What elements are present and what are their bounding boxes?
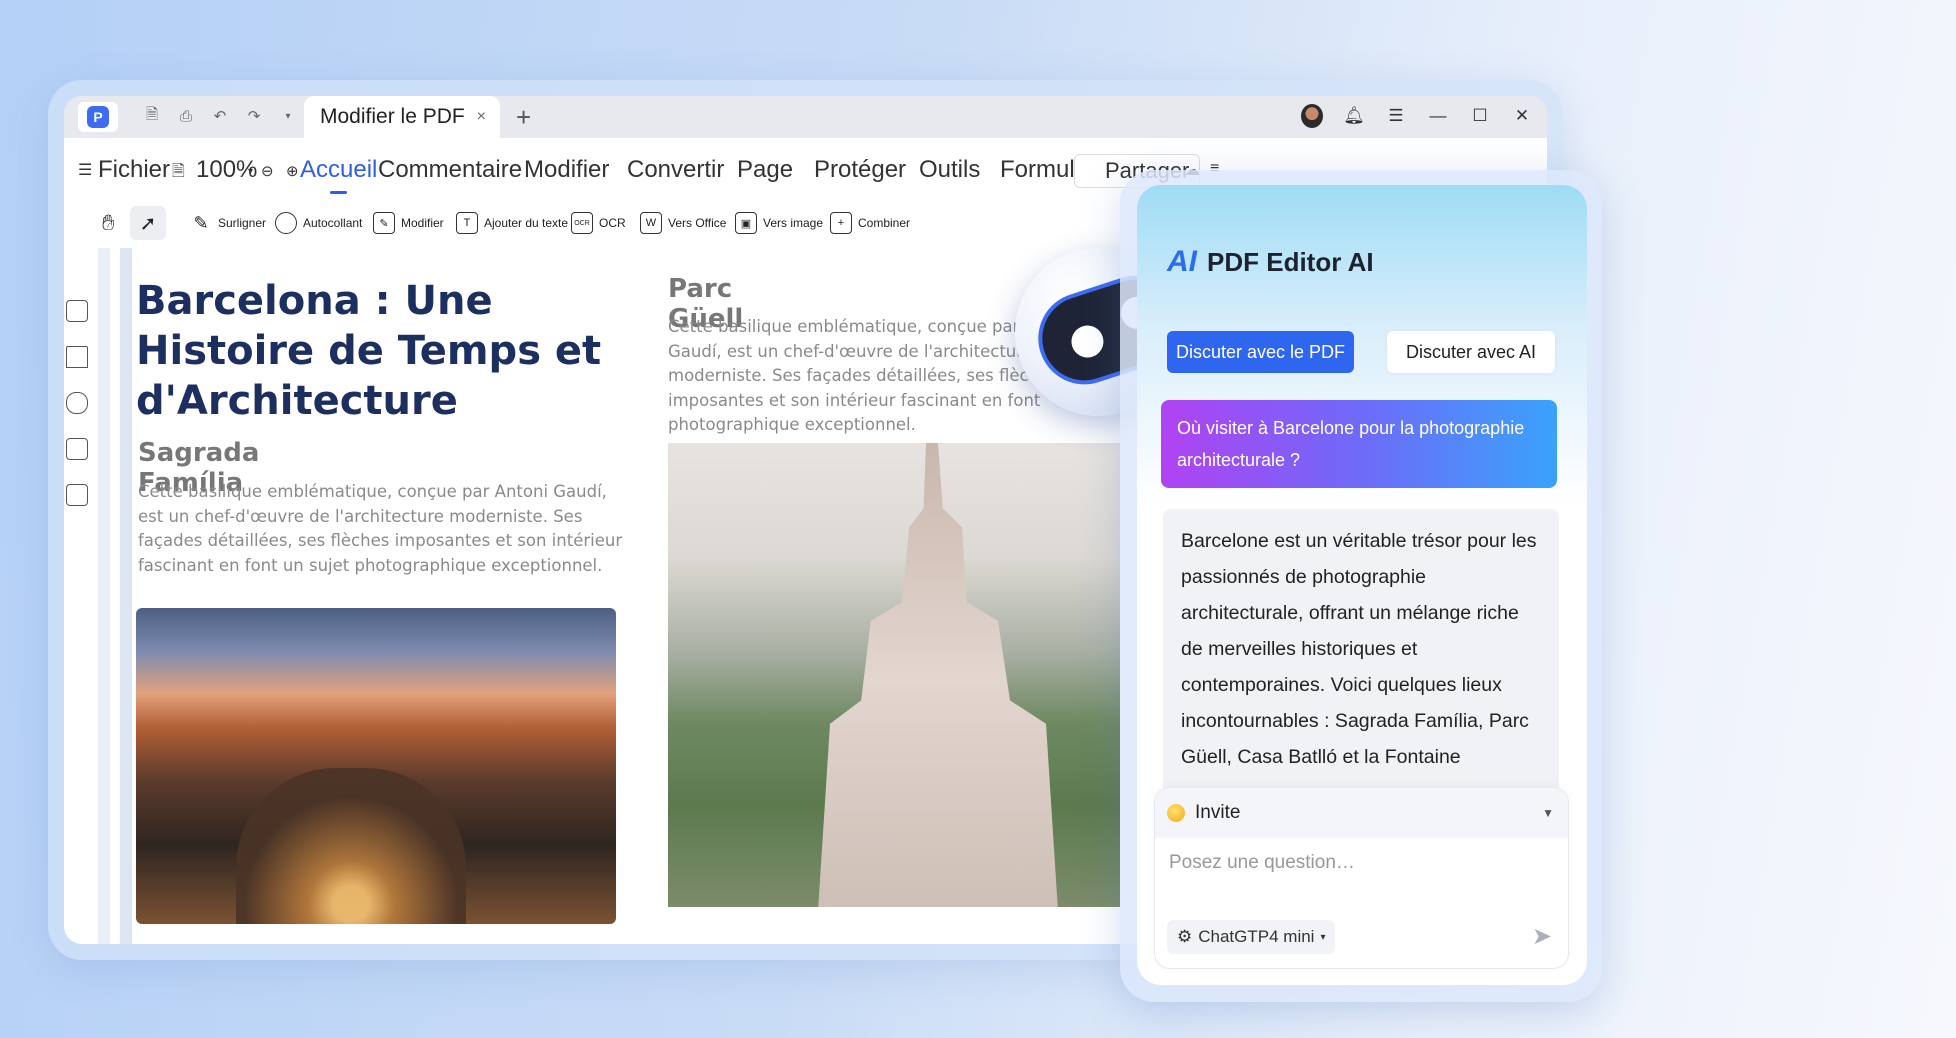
tool-label: Vers Office: [668, 216, 727, 230]
prompt-selector[interactable]: Invite ▼: [1155, 788, 1568, 838]
ai-logo-icon: AI: [1167, 245, 1197, 278]
robot-eye: [1067, 321, 1108, 362]
tool-vers-image[interactable]: ▣ Vers image: [735, 212, 823, 234]
app-logo[interactable]: P: [78, 102, 118, 132]
text-line: photographique exceptionnel.: [668, 415, 916, 434]
chevron-down-icon: ▼: [1542, 806, 1554, 820]
undo-icon[interactable]: ↶: [210, 106, 230, 126]
menu-modifier[interactable]: Modifier: [524, 156, 609, 184]
tab-title: Modifier le PDF: [320, 105, 465, 128]
text-line: imposantes et son intérieur fascinant en…: [668, 390, 1041, 410]
menu-icon[interactable]: ☰: [1385, 104, 1407, 128]
menu-outils[interactable]: Outils: [919, 156, 980, 184]
left-sidebar: [64, 248, 98, 944]
tool-modifier[interactable]: ✎ Modifier: [373, 212, 444, 234]
pages-icon[interactable]: [66, 484, 88, 506]
city-photo: [136, 608, 616, 924]
church-photo: [668, 443, 1120, 907]
chevron-down-icon[interactable]: ▾: [278, 106, 298, 126]
tool-ajouter-texte[interactable]: T Ajouter du texte: [456, 212, 568, 234]
church-building: [818, 443, 1058, 907]
bell-icon[interactable]: 🔔︎: [1343, 104, 1365, 128]
tool-label: Vers image: [763, 216, 824, 230]
prompt-label: Invite: [1195, 802, 1241, 823]
ocr-icon: OCR: [571, 212, 593, 234]
tool-label: Surligner: [218, 216, 267, 230]
hamburger-icon[interactable]: ☰: [78, 160, 92, 180]
ai-panel-header: AI PDF Editor AI: [1167, 245, 1374, 279]
title-bar: P 🗎 ⎙ ↶ ↷ ▾ Modifier le PDF × + 🔔︎ ☰ — ☐…: [64, 96, 1547, 138]
close-window-icon[interactable]: ✕: [1511, 104, 1533, 128]
menu-commentaire[interactable]: Commentaire: [378, 156, 522, 184]
image-icon: ▣: [735, 212, 757, 234]
save-icon[interactable]: 🗎: [142, 106, 162, 126]
tool-autocollant[interactable]: Autocollant: [275, 212, 362, 234]
thumbnail-icon[interactable]: [66, 300, 88, 322]
print-icon[interactable]: ⎙: [176, 106, 196, 126]
question-input[interactable]: Posez une question…: [1169, 852, 1355, 874]
redo-icon[interactable]: ↷: [244, 106, 264, 126]
chat-input-box: Invite ▼ Posez une question… ⚙ ChatGTP4 …: [1154, 787, 1569, 969]
menu-file[interactable]: Fichier: [98, 156, 170, 184]
tool-label: Ajouter du texte: [484, 216, 569, 230]
edit-icon: ✎: [373, 212, 395, 234]
lightbulb-icon: [1167, 804, 1185, 822]
zoom-out-icon[interactable]: ⊖: [261, 162, 274, 180]
document-title: Barcelona : Une Histoire de Temps et d'A…: [136, 278, 602, 424]
tool-ocr[interactable]: OCR OCR: [571, 212, 626, 234]
tool-label: Autocollant: [303, 216, 363, 230]
menu-convertir[interactable]: Convertir: [627, 156, 724, 184]
window-controls: 🔔︎ ☰ — ☐ ✕: [1301, 104, 1533, 128]
model-selector[interactable]: ⚙ ChatGTP4 mini ▾: [1167, 920, 1336, 954]
bookmark-icon[interactable]: [66, 346, 88, 368]
select-tool-icon[interactable]: ➚: [130, 206, 166, 240]
close-tab-icon[interactable]: ×: [477, 108, 486, 126]
maximize-icon[interactable]: ☐: [1469, 104, 1491, 128]
ai-answer-bubble: Barcelone est un véritable trésor pour l…: [1163, 509, 1559, 799]
add-text-icon: T: [456, 212, 478, 234]
tool-combiner[interactable]: + Combiner: [830, 212, 910, 234]
tab-chat-pdf[interactable]: Discuter avec le PDF: [1167, 331, 1354, 373]
tool-label: Combiner: [858, 216, 911, 230]
highlighter-icon: ✎: [193, 212, 209, 233]
office-icon: W: [640, 212, 662, 234]
zoom-dropdown-icon[interactable]: ▾: [248, 166, 253, 177]
quick-access-toolbar: 🗎 ⎙ ↶ ↷ ▾: [142, 106, 298, 126]
menu-page[interactable]: Page: [737, 156, 793, 184]
ai-panel-title: PDF Editor AI: [1207, 246, 1374, 277]
combine-icon: +: [830, 212, 852, 234]
zoom-in-icon[interactable]: ⊕: [286, 162, 299, 180]
tool-vers-office[interactable]: W Vers Office: [640, 212, 726, 234]
user-question-bubble: Où visiter à Barcelone pour la photograp…: [1161, 400, 1557, 488]
page-shadow: [120, 248, 132, 944]
tool-surligner[interactable]: ✎ Surligner: [190, 212, 266, 234]
menu-accueil[interactable]: Accueil: [300, 156, 377, 194]
tab-chat-ai[interactable]: Discuter avec AI: [1387, 331, 1555, 373]
tab-document[interactable]: Modifier le PDF ×: [304, 96, 500, 138]
avatar[interactable]: [1301, 104, 1323, 128]
minimize-icon[interactable]: —: [1427, 104, 1449, 128]
tool-label: Modifier: [401, 216, 444, 230]
page-shadow: [98, 248, 110, 944]
section-text-sagrada: Cette basilique emblématique, conçue par…: [138, 482, 623, 575]
hand-tool-icon[interactable]: ✋︎: [102, 210, 115, 236]
send-icon[interactable]: ➤: [1532, 922, 1552, 951]
model-label: ChatGTP4 mini: [1198, 927, 1315, 946]
new-tab-button[interactable]: +: [516, 102, 531, 133]
comment-icon[interactable]: [66, 438, 88, 460]
ai-panel: AI PDF Editor AI Discuter avec le PDF Di…: [1137, 185, 1587, 985]
chevron-down-icon: ▾: [1320, 931, 1326, 943]
sticker-icon: [275, 212, 297, 234]
page-icon: 🗎: [172, 163, 185, 180]
attachment-icon[interactable]: [66, 392, 88, 414]
menu-proteger[interactable]: Protéger: [814, 156, 906, 184]
openai-icon: ⚙: [1177, 927, 1193, 946]
tool-label: OCR: [599, 216, 626, 230]
